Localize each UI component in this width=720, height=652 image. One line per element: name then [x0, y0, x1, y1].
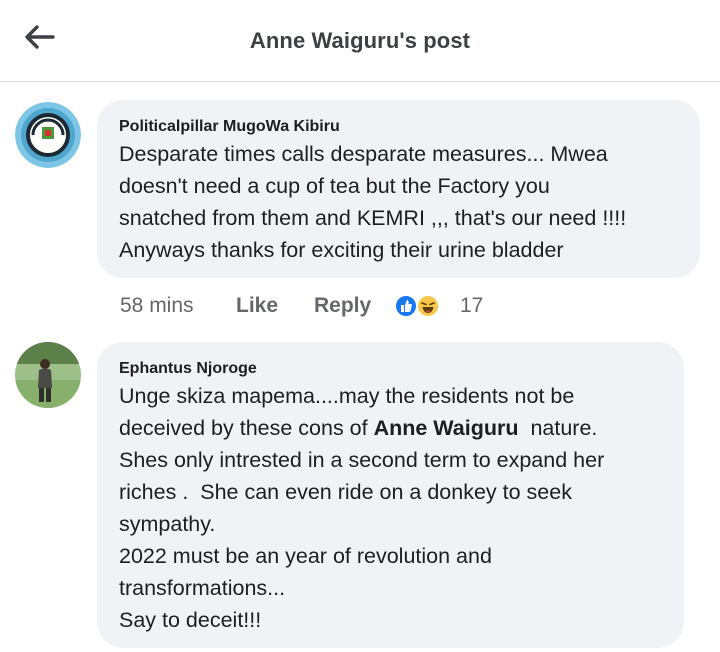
comment-line: Unge skiza mapema....may the residents n…	[119, 384, 575, 408]
comment-line: snatched from them and KEMRI ,,, that's …	[119, 206, 627, 230]
comment-line: transformations...	[119, 576, 286, 600]
comment-line: doesn't need a cup of tea but the Factor…	[119, 174, 550, 198]
comment-bubble: Ephantus Njoroge Unge skiza mapema....ma…	[97, 342, 684, 648]
comment-author[interactable]: Ephantus Njoroge	[119, 360, 257, 378]
comment-body: Desparate times calls desparate measures…	[119, 138, 626, 266]
comment-body: Unge skiza mapema....may the residents n…	[119, 380, 604, 636]
comment-line: sympathy.	[119, 512, 216, 536]
like-button[interactable]: Like	[236, 294, 278, 318]
comment-line: Shes only intrested in a second term to …	[119, 448, 605, 472]
comment-line: Anyways thanks for exciting their urine …	[119, 238, 564, 262]
reactions-summary[interactable]: 17	[394, 290, 490, 322]
top-bar: Anne Waiguru's post	[0, 0, 720, 82]
comment-author[interactable]: Politicalpillar MugoWa Kibiru	[119, 118, 340, 136]
comment-text-run: nature.	[518, 416, 598, 440]
comment-line: riches . She can even ride on a donkey t…	[119, 480, 572, 504]
comment-line: deceived by these cons of Anne Waiguru n…	[119, 412, 604, 444]
reply-button[interactable]: Reply	[314, 294, 371, 318]
person-photo-avatar[interactable]	[15, 342, 81, 408]
haha-icon	[416, 294, 440, 318]
page-title: Anne Waiguru's post	[249, 28, 471, 53]
political-badge-avatar[interactable]	[15, 102, 81, 168]
comment-timestamp: 58 mins	[120, 294, 194, 317]
comment-text-run: deceived by these cons of	[119, 416, 374, 440]
comment-line: Say to deceit!!!	[119, 608, 262, 632]
comment-bubble: Politicalpillar MugoWa Kibiru Desparate …	[97, 100, 700, 278]
like-icon	[394, 294, 418, 318]
comment-line: Desparate times calls desparate measures…	[119, 142, 608, 166]
mentioned-name[interactable]: Anne Waiguru	[374, 416, 519, 440]
comment-line: 2022 must be an year of revolution and	[119, 544, 492, 568]
reaction-count: 17	[460, 294, 484, 317]
